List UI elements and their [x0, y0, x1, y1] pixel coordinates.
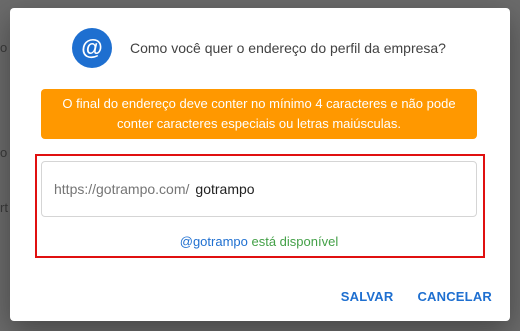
backdrop-fragment: o — [0, 40, 8, 55]
backdrop-fragment: rt — [0, 200, 8, 215]
warning-banner: O final do endereço deve conter no mínim… — [41, 89, 477, 139]
cancel-button[interactable]: CANCELAR — [417, 287, 492, 306]
availability-status: está disponível — [251, 234, 339, 249]
profile-address-dialog: @ Como você quer o endereço do perfil da… — [10, 8, 510, 321]
url-prefix: https://gotrampo.com/ — [54, 181, 190, 197]
dialog-actions: SALVAR CANCELAR — [341, 287, 492, 306]
at-sign-icon: @ — [72, 28, 112, 68]
save-button[interactable]: SALVAR — [341, 287, 394, 306]
profile-url-input[interactable]: https://gotrampo.com/ gotrampo — [41, 161, 477, 217]
availability-message: @gotrampo está disponível — [41, 234, 477, 249]
backdrop-fragment: o — [0, 145, 8, 160]
dialog-title: Como você quer o endereço do perfil da e… — [130, 40, 446, 56]
dialog-header: @ Como você quer o endereço do perfil da… — [72, 28, 446, 68]
availability-handle: @gotrampo — [179, 234, 248, 249]
url-value[interactable]: gotrampo — [195, 181, 254, 197]
